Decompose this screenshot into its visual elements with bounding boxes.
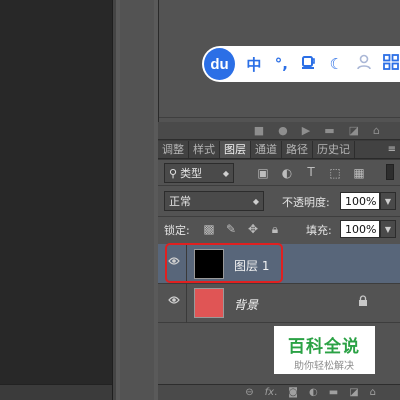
lock-row: 锁定: ▩ ✎ ✥ 🔒︎ 填充: 100% ▼	[158, 216, 400, 242]
opacity-label: 不透明度:	[282, 196, 330, 209]
lock-icon	[358, 295, 368, 310]
lock-position-move-icon[interactable]: ✥	[246, 222, 260, 236]
lock-paint-brush-icon[interactable]: ✎	[224, 222, 238, 236]
tab-adjustments[interactable]: 调整	[158, 141, 189, 158]
watermark: 百科全说 助你轻松解决	[274, 326, 375, 374]
tab-paths[interactable]: 路径	[282, 141, 313, 158]
fill-input[interactable]: 100%	[340, 220, 380, 238]
filter-kind-select[interactable]: ⚲ 类型 ◆	[164, 163, 234, 183]
record-icon[interactable]: ●	[278, 124, 288, 137]
panel-menu-icon[interactable]: ≡	[384, 141, 400, 158]
chinese-mode-icon[interactable]: 中	[245, 54, 262, 75]
layer-row[interactable]: 背景	[158, 283, 400, 323]
panel-tabs: 调整 样式 图层 通道 路径 历史记 ≡	[158, 141, 400, 159]
play-icon[interactable]: ▶	[302, 124, 310, 137]
punctuation-icon[interactable]: °,	[273, 55, 290, 73]
trash-icon[interactable]: ⌂	[373, 124, 380, 137]
shape-filter-icon[interactable]: ⬚	[328, 166, 342, 180]
folder-icon[interactable]: ▬	[324, 124, 334, 137]
lock-all-icon[interactable]: 🔒︎	[268, 222, 282, 237]
document-canvas	[0, 0, 112, 400]
folder-icon[interactable]: ▬	[329, 387, 338, 398]
grid-icon[interactable]	[383, 54, 400, 74]
type-filter-icon[interactable]: T	[304, 165, 318, 179]
smart-object-filter-icon[interactable]: ▦	[352, 166, 366, 180]
cup-icon[interactable]	[300, 54, 317, 74]
ime-toolbar: du 中 °, ☾	[202, 46, 400, 82]
fill-label: 填充:	[306, 224, 332, 237]
blend-mode-row: 正常 ◆ 不透明度: 100% ▼	[158, 188, 400, 214]
lock-transparent-icon[interactable]: ▩	[202, 222, 216, 236]
canvas-status-bar	[0, 384, 112, 400]
filter-kind-value: 类型	[180, 167, 203, 180]
opacity-input[interactable]: 100%	[340, 192, 380, 210]
fill-dropdown-icon[interactable]: ▼	[380, 220, 396, 238]
tab-styles[interactable]: 样式	[189, 141, 220, 158]
tab-history[interactable]: 历史记	[313, 141, 355, 158]
chevron-down-icon: ◆	[252, 196, 259, 206]
link-icon[interactable]: ⊖	[245, 387, 253, 398]
collapsed-panel-inner	[120, 0, 154, 400]
filter-toggle[interactable]	[386, 164, 394, 180]
annotation-highlight-box	[165, 243, 283, 283]
image-filter-icon[interactable]: ▣	[256, 166, 270, 180]
trash-icon[interactable]: ⌂	[370, 387, 376, 398]
search-icon: ⚲	[169, 166, 178, 180]
mask-icon[interactable]: ◙	[288, 387, 298, 398]
blend-mode-select[interactable]: 正常 ◆	[164, 191, 264, 211]
layers-panel-footer: ⊖ fx. ◙ ◐ ▬ ◪ ⌂	[158, 384, 400, 400]
adjustment-layer-icon[interactable]: ◐	[309, 387, 318, 398]
moon-icon[interactable]: ☾	[328, 55, 345, 73]
stop-icon[interactable]: ■	[254, 124, 264, 137]
tab-layers[interactable]: 图层	[220, 141, 251, 158]
new-item-icon[interactable]: ◪	[349, 124, 359, 137]
adjustment-filter-icon[interactable]: ◐	[280, 166, 294, 180]
eye-icon[interactable]	[168, 295, 180, 309]
layer-name[interactable]: 背景	[234, 296, 258, 313]
watermark-subtitle: 助你轻松解决	[294, 361, 354, 372]
user-icon[interactable]	[355, 54, 372, 74]
chevron-down-icon: ◆	[222, 168, 229, 178]
blend-mode-value: 正常	[169, 195, 191, 208]
watermark-title: 百科全说	[288, 337, 360, 357]
baidu-logo-icon[interactable]: du	[204, 48, 236, 80]
lock-label: 锁定:	[164, 224, 190, 237]
new-layer-icon[interactable]: ◪	[349, 387, 358, 398]
fx-icon[interactable]: fx.	[265, 387, 278, 398]
tab-channels[interactable]: 通道	[251, 141, 282, 158]
layer-thumbnail[interactable]	[194, 288, 224, 318]
layer-filter-row: ⚲ 类型 ◆ ▣ ◐ T ⬚ ▦	[158, 160, 400, 186]
opacity-dropdown-icon[interactable]: ▼	[380, 192, 396, 210]
upper-panel-footer: ■ ● ▶ ▬ ◪ ⌂	[158, 122, 400, 140]
